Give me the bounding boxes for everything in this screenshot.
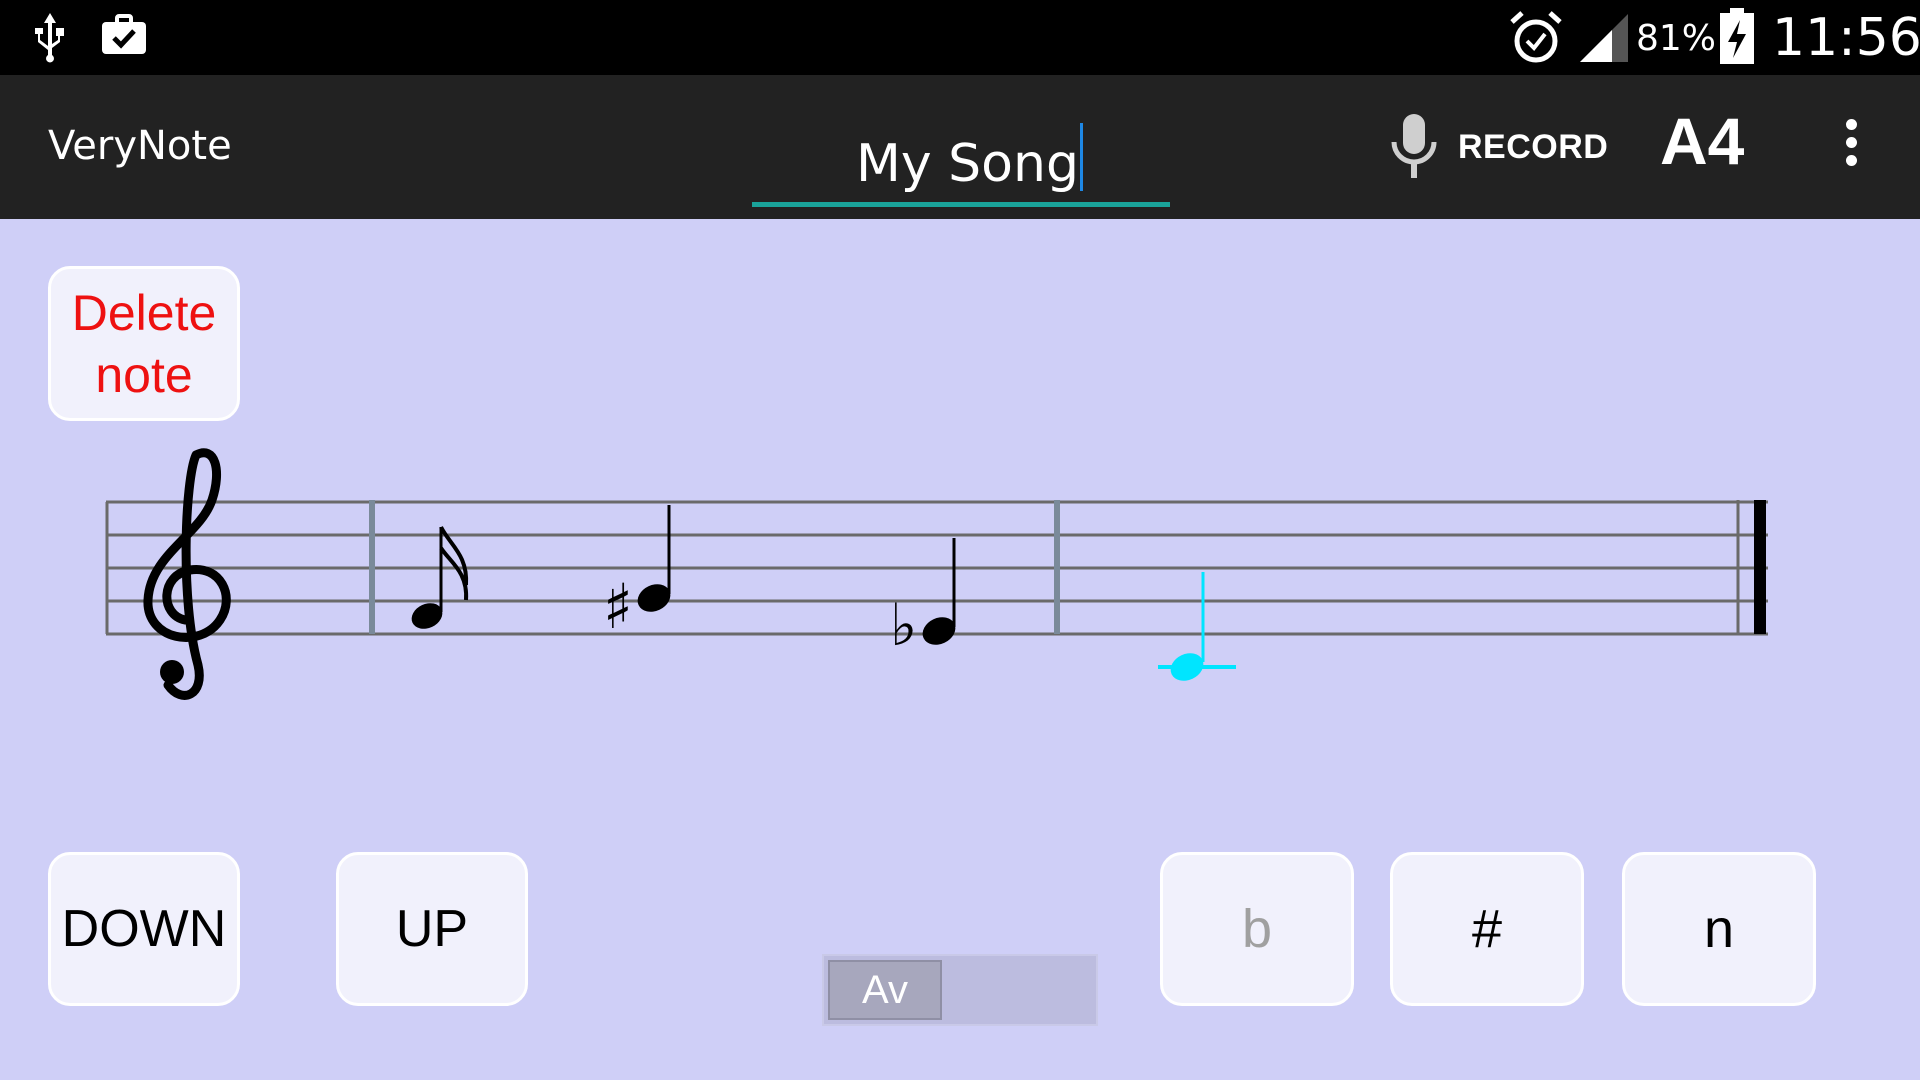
up-button[interactable]: UP [336,852,528,1006]
note-sixteenth[interactable] [407,526,469,634]
av-toggle[interactable]: Av [822,954,1098,1026]
natural-button[interactable]: n [1622,852,1816,1006]
note-flat-quarter[interactable]: ♭ [890,538,960,659]
note-selected-quarter[interactable] [1158,572,1236,686]
down-button[interactable]: DOWN [48,852,240,1006]
note-sharp-quarter[interactable]: ♯ [603,505,675,643]
staff-lines [106,500,1768,636]
delete-note-button[interactable]: Delete note [48,266,240,421]
svg-text:♭: ♭ [890,591,917,659]
av-button[interactable]: Av [828,960,942,1020]
flat-button[interactable]: b [1160,852,1354,1006]
svg-text:♯: ♯ [603,570,633,643]
treble-clef-icon [143,448,231,700]
sharp-button[interactable]: # [1390,852,1584,1006]
clef-tail-dot [160,660,184,684]
